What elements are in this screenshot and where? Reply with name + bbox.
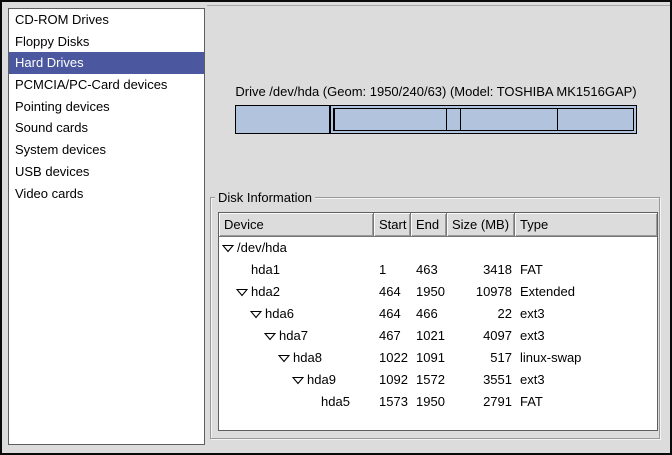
cell-type: ext3 <box>515 369 657 391</box>
cell-device: hda7 <box>219 325 374 347</box>
table-row-hda2[interactable]: hda2 464195010978Extended <box>219 281 657 303</box>
sidebar-item-hard-drives[interactable]: Hard Drives <box>9 52 204 74</box>
cell-size: 4097 <box>447 325 515 347</box>
cell-start: 464 <box>374 303 411 325</box>
cell-device: hda5 <box>219 391 374 413</box>
table-row-hda6[interactable]: hda6 46446622ext3 <box>219 303 657 325</box>
partition-segment-hda8 <box>447 109 461 130</box>
device-label: hda1 <box>251 259 280 281</box>
partition-segment-hda7 <box>335 109 447 130</box>
cell-end <box>411 237 447 259</box>
table-row-hda9[interactable]: hda9 109215723551ext3 <box>219 369 657 391</box>
cell-size: 10978 <box>447 281 515 303</box>
cell-end: 466 <box>411 303 447 325</box>
drive-geometry-label: Drive /dev/hda (Geom: 1950/240/63) (Mode… <box>205 84 667 99</box>
cell-size: 3418 <box>447 259 515 281</box>
cell-size: 2791 <box>447 391 515 413</box>
device-label: /dev/hda <box>237 237 287 259</box>
device-label: hda5 <box>321 391 350 413</box>
cell-size <box>447 237 515 259</box>
device-label: hda6 <box>265 303 294 325</box>
sidebar-item-cd-rom-drives[interactable]: CD-ROM Drives <box>9 9 204 31</box>
cell-end: 1091 <box>411 347 447 369</box>
device-label: hda8 <box>293 347 322 369</box>
sidebar-item-usb-devices[interactable]: USB devices <box>9 161 204 183</box>
cell-device: hda9 <box>219 369 374 391</box>
cell-start: 1 <box>374 259 411 281</box>
cell-start: 1573 <box>374 391 411 413</box>
device-label: hda2 <box>251 281 280 303</box>
table-row-hda7[interactable]: hda7 46710214097ext3 <box>219 325 657 347</box>
column-header-start[interactable]: Start <box>374 213 411 237</box>
partition-table-body: /dev/hdahda114633418FAThda2464195010978E… <box>219 237 657 413</box>
expander-icon[interactable] <box>250 310 262 319</box>
cell-end: 1950 <box>411 281 447 303</box>
disk-information-frame-label: Disk Information <box>215 190 315 205</box>
cell-type: FAT <box>515 259 657 281</box>
expander-icon[interactable] <box>264 332 276 341</box>
cell-device: hda6 <box>219 303 374 325</box>
column-header-device[interactable]: Device <box>219 213 374 237</box>
cell-device: hda1 <box>219 259 374 281</box>
cell-type: ext3 <box>515 303 657 325</box>
cell-size: 22 <box>447 303 515 325</box>
cell-size: 517 <box>447 347 515 369</box>
cell-end: 463 <box>411 259 447 281</box>
cell-device: hda2 <box>219 281 374 303</box>
cell-end: 1021 <box>411 325 447 347</box>
partition-table: DeviceStartEndSize (MB)Type /dev/hdahda1… <box>218 212 658 431</box>
table-row-dev-hda[interactable]: /dev/hda <box>219 237 657 259</box>
disk-information-frame: Disk Information DeviceStartEndSize (MB)… <box>210 197 660 439</box>
column-header-type[interactable]: Type <box>515 213 657 237</box>
device-label: hda7 <box>279 325 308 347</box>
cell-type: Extended <box>515 281 657 303</box>
cell-start: 467 <box>374 325 411 347</box>
expander-icon[interactable] <box>222 244 234 253</box>
cell-end: 1572 <box>411 369 447 391</box>
cell-device: hda8 <box>219 347 374 369</box>
device-category-list: CD-ROM DrivesFloppy DisksHard DrivesPCMC… <box>8 8 205 445</box>
column-header-end[interactable]: End <box>411 213 447 237</box>
cell-end: 1950 <box>411 391 447 413</box>
cell-size: 3551 <box>447 369 515 391</box>
cell-start: 1092 <box>374 369 411 391</box>
table-row-hda5[interactable]: hda5 157319502791FAT <box>219 391 657 413</box>
sidebar-item-floppy-disks[interactable]: Floppy Disks <box>9 31 204 53</box>
sidebar-item-pointing-devices[interactable]: Pointing devices <box>9 96 204 118</box>
cell-start: 464 <box>374 281 411 303</box>
cell-start <box>374 237 411 259</box>
partition-segment-hda9 <box>461 109 558 130</box>
table-row-hda1[interactable]: hda1 14633418FAT <box>219 259 657 281</box>
sidebar-item-system-devices[interactable]: System devices <box>9 139 204 161</box>
partition-segment-hda5 <box>558 109 633 130</box>
panel-top-bevel <box>207 5 670 6</box>
expander-icon[interactable] <box>278 354 290 363</box>
cell-start: 1022 <box>374 347 411 369</box>
sidebar-item-pcmcia-pc-card-devices[interactable]: PCMCIA/PC-Card devices <box>9 74 204 96</box>
expander-icon[interactable] <box>236 288 248 297</box>
device-label: hda9 <box>307 369 336 391</box>
cell-type <box>515 237 657 259</box>
partition-extended-hda2 <box>333 108 634 131</box>
partition-table-header: DeviceStartEndSize (MB)Type <box>219 213 657 237</box>
expander-icon[interactable] <box>292 376 304 385</box>
hardware-browser-window: CD-ROM DrivesFloppy DisksHard DrivesPCMC… <box>0 0 672 455</box>
sidebar-item-sound-cards[interactable]: Sound cards <box>9 117 204 139</box>
cell-type: linux-swap <box>515 347 657 369</box>
partition-segment-hda1 <box>236 106 331 133</box>
table-row-hda8[interactable]: hda8 10221091517linux-swap <box>219 347 657 369</box>
partition-bar <box>235 105 637 134</box>
cell-type: FAT <box>515 391 657 413</box>
cell-device: /dev/hda <box>219 237 374 259</box>
cell-type: ext3 <box>515 325 657 347</box>
sidebar-item-video-cards[interactable]: Video cards <box>9 183 204 205</box>
column-header-size-mb[interactable]: Size (MB) <box>447 213 515 237</box>
